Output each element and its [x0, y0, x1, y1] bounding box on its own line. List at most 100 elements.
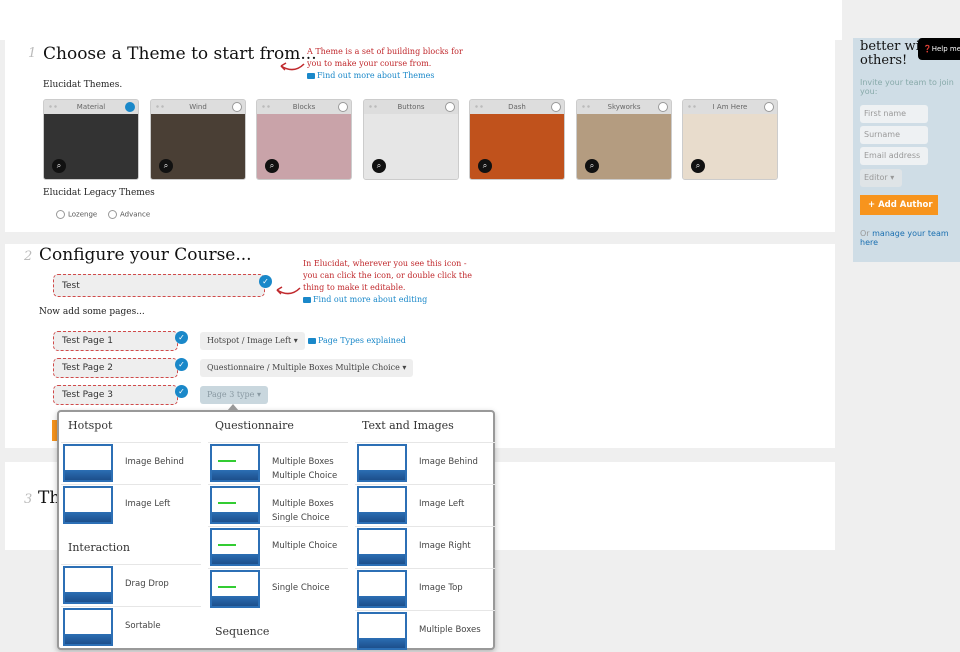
role-select[interactable]: Editor ▾: [860, 169, 902, 187]
dropdown-column: Hotspot Image Behind Image Left Interaction…: [61, 412, 201, 648]
pages-label: Now add some pages...: [39, 307, 145, 317]
edit-check-icon[interactable]: ✓: [175, 385, 188, 398]
zoom-icon[interactable]: ⌕: [585, 159, 599, 173]
window-dots-icon: [368, 105, 378, 108]
page-type-option[interactable]: Image Left: [61, 484, 201, 526]
theme-radio[interactable]: [551, 102, 561, 112]
editing-link[interactable]: Find out more about editing: [313, 295, 427, 304]
dropdown-caret: [227, 404, 239, 411]
theme-card[interactable]: Blocks ⌕: [256, 99, 352, 180]
page-type-option[interactable]: Image Behind: [355, 442, 495, 484]
theme-radio[interactable]: [445, 102, 455, 112]
arrow-icon: [280, 62, 305, 71]
zoom-icon[interactable]: ⌕: [478, 159, 492, 173]
dropdown-column: Questionnaire Multiple Boxes Multiple Cho…: [208, 412, 348, 648]
help-button[interactable]: ❓Help me: [918, 38, 960, 60]
page-name-field[interactable]: Test Page 3: [53, 385, 178, 405]
edit-check-icon[interactable]: ✓: [175, 331, 188, 344]
theme-name: Dash: [508, 103, 526, 111]
group-title: Sequence: [215, 625, 270, 638]
theme-card[interactable]: I Am Here ⌕: [682, 99, 778, 180]
zoom-icon[interactable]: ⌕: [159, 159, 173, 173]
theme-name: Material: [76, 103, 106, 111]
page-type-preview: [210, 570, 260, 608]
theme-name: Buttons: [397, 103, 425, 111]
zoom-icon[interactable]: ⌕: [265, 159, 279, 173]
window-dots-icon: [581, 105, 591, 108]
group-title: Text and Images: [362, 419, 454, 432]
page-type-option[interactable]: Multiple Choice: [208, 526, 348, 568]
page-type-option[interactable]: Image Behind: [61, 442, 201, 484]
page-type-option[interactable]: Drag Drop: [61, 564, 201, 606]
theme-card[interactable]: Material ⌕: [43, 99, 139, 180]
page-type-preview: [357, 612, 407, 650]
theme-card[interactable]: Skyworks ⌕: [576, 99, 672, 180]
theme-radio[interactable]: [764, 102, 774, 112]
window-dots-icon: [474, 105, 484, 108]
page-type-select[interactable]: Page 3 type ▾: [200, 386, 268, 404]
page-type-preview: [63, 486, 113, 524]
manage-team-link[interactable]: manage your team here: [860, 229, 949, 247]
window-dots-icon: [48, 105, 58, 108]
page-type-select[interactable]: Hotspot / Image Left ▾: [200, 332, 305, 350]
page-type-preview: [357, 570, 407, 608]
zoom-icon[interactable]: ⌕: [372, 159, 386, 173]
theme-name: Blocks: [292, 103, 316, 111]
page-types-link[interactable]: Page Types explained: [318, 336, 406, 345]
theme-name: I Am Here: [712, 103, 748, 111]
video-icon: [308, 338, 316, 344]
theme-card[interactable]: Dash ⌕: [469, 99, 565, 180]
zoom-icon[interactable]: ⌕: [691, 159, 705, 173]
page-type-option[interactable]: Image Left: [355, 484, 495, 526]
invite-text: Invite your team to join you:: [860, 78, 954, 96]
theme-radio[interactable]: [232, 102, 242, 112]
legacy-label: Elucidat Legacy Themes: [43, 188, 155, 198]
theme-note: A Theme is a set of building blocks for …: [307, 47, 463, 68]
section-title: Configure your Course...: [39, 245, 252, 265]
theme-card[interactable]: Wind ⌕: [150, 99, 246, 180]
group-title: Hotspot: [68, 419, 113, 432]
page-type-option[interactable]: Multiple Boxes Multiple Choice: [208, 442, 348, 484]
zoom-icon[interactable]: ⌕: [52, 159, 66, 173]
page-type-preview: [63, 566, 113, 604]
page-type-preview: [357, 444, 407, 482]
themes-link[interactable]: Find out more about Themes: [317, 71, 434, 80]
top-bar: [0, 0, 842, 40]
step-number: 1: [28, 46, 37, 61]
theme-radio[interactable]: [658, 102, 668, 112]
page-type-option[interactable]: Image Right: [355, 526, 495, 568]
radio-icon: [56, 210, 65, 219]
theme-radio[interactable]: [125, 102, 135, 112]
page-type-select[interactable]: Questionnaire / Multiple Boxes Multiple …: [200, 359, 414, 377]
theme-radio[interactable]: [338, 102, 348, 112]
email-input[interactable]: Email address: [860, 147, 928, 165]
page-type-preview: [210, 528, 260, 566]
edit-check-icon[interactable]: ✓: [259, 275, 272, 288]
legacy-theme-advance[interactable]: Advance: [108, 210, 150, 219]
page-type-option[interactable]: Multiple Boxes: [355, 610, 495, 652]
legacy-theme-lozenge[interactable]: Lozenge: [56, 210, 97, 219]
page-name-field[interactable]: Test Page 1: [53, 331, 178, 351]
page-type-option[interactable]: Sortable: [61, 606, 201, 648]
page-type-option[interactable]: Single Choice: [208, 568, 348, 610]
window-dots-icon: [687, 105, 697, 108]
page-type-option[interactable]: Image Top: [355, 568, 495, 610]
theme-name: Skyworks: [607, 103, 641, 111]
arrow-icon: [276, 286, 301, 295]
edit-note: In Elucidat, wherever you see this icon …: [303, 259, 472, 292]
step-number: 3: [24, 492, 33, 507]
page-type-option[interactable]: Multiple Boxes Single Choice: [208, 484, 348, 526]
edit-check-icon[interactable]: ✓: [175, 358, 188, 371]
first-name-input[interactable]: First name: [860, 105, 928, 123]
video-icon: [307, 73, 315, 79]
surname-input[interactable]: Surname: [860, 126, 928, 144]
dropdown-column: Text and Images Image Behind Image Left Ima…: [355, 412, 495, 652]
page-type-preview: [357, 528, 407, 566]
section-title: Choose a Theme to start from...: [43, 44, 317, 64]
add-author-button[interactable]: + Add Author: [860, 195, 938, 215]
course-name-field[interactable]: Test: [53, 274, 265, 297]
page-name-field[interactable]: Test Page 2: [53, 358, 178, 378]
group-title: Interaction: [68, 541, 130, 554]
page-type-dropdown: Hotspot Image Behind Image Left Interaction…: [57, 410, 495, 650]
theme-card[interactable]: Buttons ⌕: [363, 99, 459, 180]
